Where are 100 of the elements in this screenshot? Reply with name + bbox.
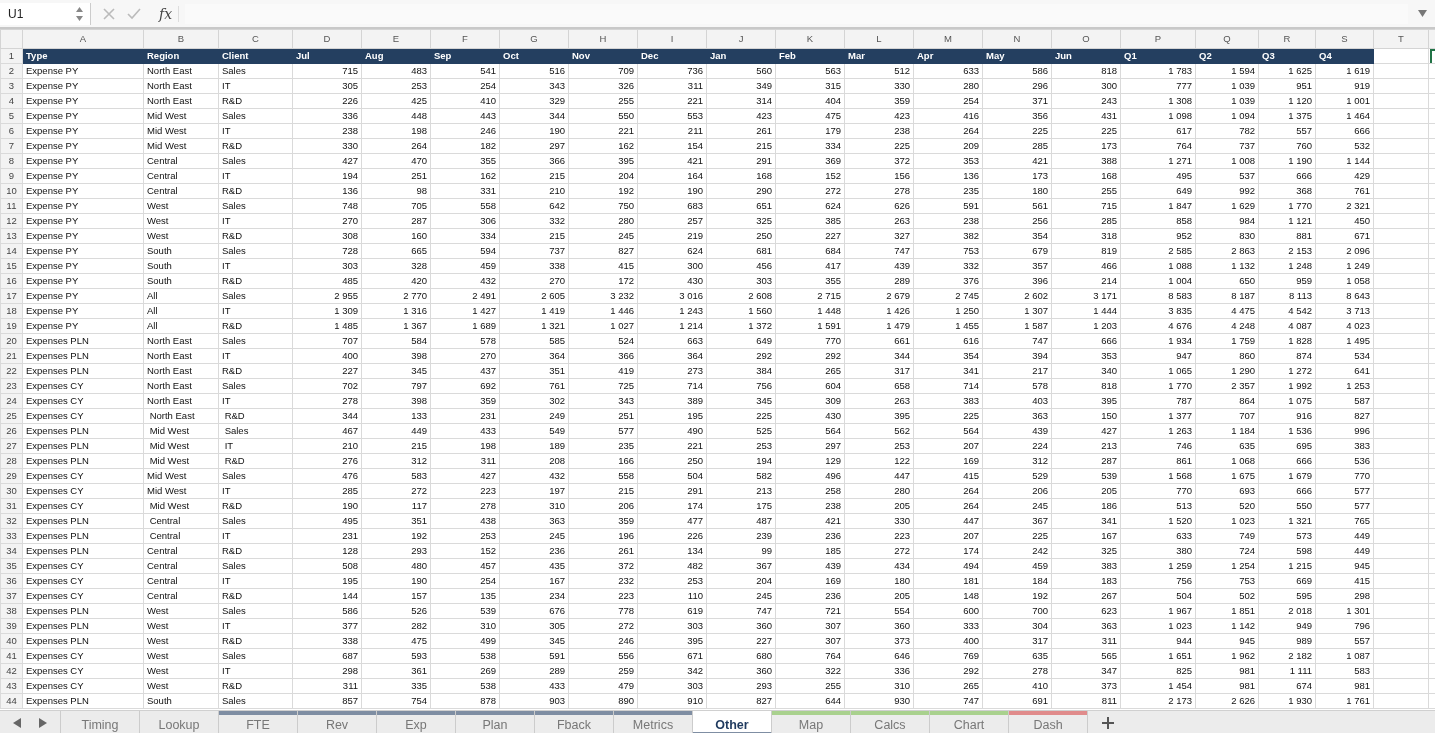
table-cell: 661 xyxy=(844,333,914,349)
column-header[interactable]: E xyxy=(361,29,431,49)
table-cell: 312 xyxy=(361,453,431,469)
column-header[interactable]: R xyxy=(1258,29,1316,49)
table-cell: 728 xyxy=(292,243,362,259)
table-cell: 754 xyxy=(361,693,431,709)
column-header[interactable]: K xyxy=(775,29,845,49)
table-cell: 787 xyxy=(1120,393,1196,409)
column-header[interactable]: A xyxy=(22,29,144,49)
table-cell: 1 934 xyxy=(1120,333,1196,349)
table-cell: 317 xyxy=(982,633,1052,649)
stepper-icon[interactable] xyxy=(75,4,84,23)
table-cell: 289 xyxy=(844,273,914,289)
caret-icon[interactable] xyxy=(1418,10,1427,17)
column-header[interactable]: I xyxy=(637,29,707,49)
table-cell: 303 xyxy=(637,678,707,694)
table-cell: 663 xyxy=(637,333,707,349)
table-cell: 466 xyxy=(1051,258,1121,274)
table-cell: 714 xyxy=(637,378,707,394)
sheet-tab[interactable]: Rev xyxy=(298,711,377,733)
column-header[interactable]: Q xyxy=(1195,29,1259,49)
table-cell: 226 xyxy=(637,528,707,544)
table-cell: 420 xyxy=(361,273,431,289)
table-cell: 1 215 xyxy=(1258,558,1316,574)
table-cell: 1 309 xyxy=(292,303,362,319)
table-cell: 272 xyxy=(775,183,845,199)
column-header[interactable]: H xyxy=(568,29,638,49)
table-cell: 952 xyxy=(1120,228,1196,244)
table-cell: 185 xyxy=(775,543,845,559)
table-cell: IT xyxy=(218,438,293,454)
column-header[interactable]: J xyxy=(706,29,776,49)
sheet-tab[interactable]: Map xyxy=(772,711,851,733)
table-cell: 646 xyxy=(844,648,914,664)
sheet-tab[interactable]: Exp xyxy=(377,711,456,733)
table-cell: 782 xyxy=(1195,123,1259,139)
sheet-tab[interactable]: FTE xyxy=(219,711,298,733)
table-cell: 270 xyxy=(292,213,362,229)
column-header[interactable]: G xyxy=(499,29,569,49)
check-icon[interactable] xyxy=(127,7,141,20)
sheet-tab[interactable]: Fback xyxy=(535,711,614,733)
table-cell: Expenses CY xyxy=(22,483,144,499)
table-cell: 214 xyxy=(1051,273,1121,289)
sheet-tab[interactable]: Dash xyxy=(1009,711,1088,733)
table-cell: Expenses PLN xyxy=(22,348,144,364)
table-cell: 2 770 xyxy=(361,288,431,304)
table-cell: 633 xyxy=(913,63,983,79)
column-header[interactable]: N xyxy=(982,29,1052,49)
table-cell: 438 xyxy=(430,513,500,529)
table-cell: 769 xyxy=(913,648,983,664)
table-cell: 183 xyxy=(1051,573,1121,589)
table-cell: 1 144 xyxy=(1315,153,1374,169)
sheet-tab[interactable]: Plan xyxy=(456,711,535,733)
table-cell: 439 xyxy=(775,558,845,574)
table-cell: North East xyxy=(143,393,219,409)
table-cell: 217 xyxy=(982,363,1052,379)
table-cell: 181 xyxy=(913,573,983,589)
table-cell: 168 xyxy=(1051,168,1121,184)
sheet-tab[interactable]: Metrics xyxy=(614,711,693,733)
column-header[interactable]: D xyxy=(292,29,362,49)
column-header[interactable]: B xyxy=(143,29,219,49)
table-cell: R&D xyxy=(218,318,293,334)
column-header[interactable]: T xyxy=(1373,29,1429,49)
table-cell: 385 xyxy=(775,213,845,229)
table-cell: 360 xyxy=(706,663,776,679)
column-header[interactable]: C xyxy=(218,29,293,49)
table-cell: 160 xyxy=(361,228,431,244)
table-cell: 334 xyxy=(430,228,500,244)
table-cell: 945 xyxy=(1195,633,1259,649)
column-header[interactable]: M xyxy=(913,29,983,49)
table-cell: 858 xyxy=(1120,213,1196,229)
column-header[interactable]: O xyxy=(1051,29,1121,49)
table-cell: 336 xyxy=(844,663,914,679)
table-cell: 293 xyxy=(706,678,776,694)
table-cell: 949 xyxy=(1258,618,1316,634)
column-header[interactable]: S xyxy=(1315,29,1374,49)
table-cell: 270 xyxy=(430,348,500,364)
function-button[interactable]: fx xyxy=(153,5,180,22)
table-cell: 1 536 xyxy=(1258,423,1316,439)
table-cell: 600 xyxy=(913,603,983,619)
column-header[interactable]: L xyxy=(844,29,914,49)
table-cell: 827 xyxy=(1315,408,1374,424)
table-cell: 231 xyxy=(292,528,362,544)
sheet-tab[interactable]: Calcs xyxy=(851,711,930,733)
column-header[interactable]: P xyxy=(1120,29,1196,49)
name-box[interactable]: U1 xyxy=(0,2,91,25)
table-cell: 1 377 xyxy=(1120,408,1196,424)
add-sheet-icon[interactable] xyxy=(1102,717,1114,729)
column-header[interactable]: F xyxy=(430,29,500,49)
sheet-tab[interactable]: Other xyxy=(693,711,772,733)
sheet-tab[interactable]: Chart xyxy=(930,711,1009,733)
table-cell: 1 190 xyxy=(1258,153,1316,169)
table-cell: 485 xyxy=(292,273,362,289)
table-cell: 864 xyxy=(1195,393,1259,409)
table-cell: Central xyxy=(143,513,219,529)
table-cell: 2 585 xyxy=(1120,243,1196,259)
table-cell: 318 xyxy=(1051,228,1121,244)
previous-sheet-icon[interactable] xyxy=(13,718,21,728)
next-sheet-icon[interactable] xyxy=(39,718,47,728)
table-cell: 349 xyxy=(706,78,776,94)
table-cell: 583 xyxy=(1315,663,1374,679)
